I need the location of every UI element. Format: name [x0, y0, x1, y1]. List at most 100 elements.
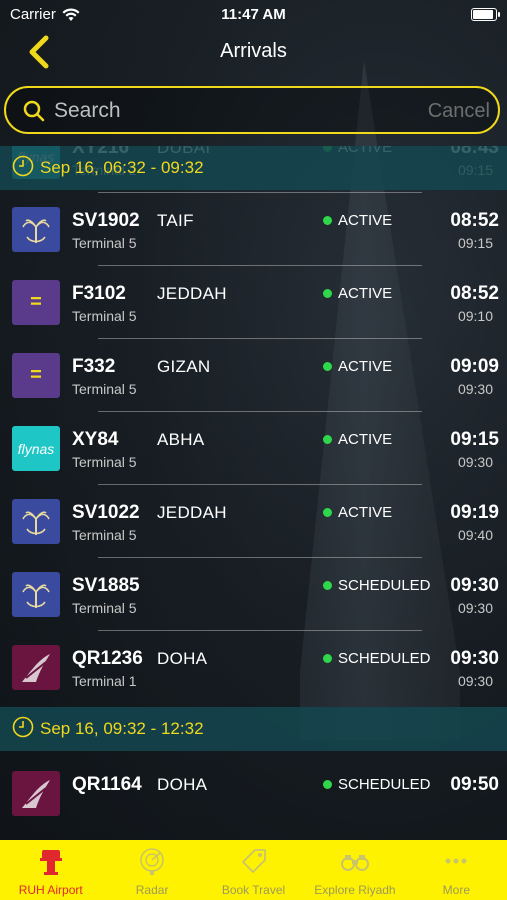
flyadeal-logo: =: [12, 280, 60, 325]
scheduled-time: 09:10: [457, 308, 493, 324]
flight-row[interactable]: QR1164 DOHA SCHEDULED 09:50: [0, 757, 507, 830]
flight-status: ACTIVE: [323, 212, 392, 229]
flight-number: XY84: [72, 429, 119, 450]
status-text: ACTIVE: [338, 504, 393, 521]
control-tower-icon: [36, 846, 66, 883]
flight-row[interactable]: SV1022 JEDDAH Terminal 5 ACTIVE 09:19 09:40: [0, 485, 507, 558]
terminal-label: Terminal 5: [72, 454, 137, 470]
scheduled-time: 09:40: [457, 527, 493, 543]
status-text: ACTIVE: [338, 285, 393, 302]
tab-more[interactable]: More: [406, 840, 507, 900]
flight-number: QR1164: [72, 774, 142, 795]
more-dots-icon: [441, 846, 471, 883]
status-text: SCHEDULED: [338, 650, 431, 667]
terminal-label: Terminal 1: [72, 673, 137, 689]
estimated-time: 09:50: [450, 774, 499, 795]
clock-icon: [12, 716, 34, 743]
status-bar: Carrier 11:47 AM: [0, 0, 507, 28]
section-header-time-range: Sep 16, 06:32 - 09:32: [0, 146, 507, 190]
flight-number: SV1902: [72, 210, 140, 231]
binoculars-icon: [340, 846, 370, 883]
flight-status: SCHEDULED: [323, 776, 431, 793]
tab-label: Book Travel: [221, 883, 286, 897]
terminal-label: Terminal 5: [72, 381, 137, 397]
origin-city: DOHA: [157, 775, 208, 794]
flight-row[interactable]: QR1236 DOHA Terminal 1 SCHEDULED 09:30 09:30: [0, 631, 507, 704]
clock-time: 11:47 AM: [221, 6, 286, 23]
navigation-bar: Arrivals: [0, 28, 507, 78]
search-input[interactable]: [52, 96, 416, 126]
flight-status: SCHEDULED: [323, 650, 431, 667]
scheduled-time: 09:30: [457, 454, 493, 470]
flight-status: SCHEDULED: [323, 577, 431, 594]
tab-bar: RUH Airport Radar Book Travel Explore Riyad…: [0, 840, 507, 900]
tab-explore-riyadh[interactable]: Explore Riyadh: [304, 840, 405, 900]
scheduled-time: 09:30: [457, 600, 493, 616]
flight-row[interactable]: flynas XY84 ABHA Terminal 5 ACTIVE 09:15 09:30: [0, 412, 507, 485]
status-dot-icon: [323, 435, 332, 444]
status-text: ACTIVE: [338, 431, 393, 448]
status-dot-icon: [323, 362, 332, 371]
section-time-range-label: Sep 16, 06:32 - 09:32: [40, 158, 204, 177]
flight-row[interactable]: = F332 GIZAN Terminal 5 ACTIVE 09:09 09:30: [0, 339, 507, 412]
tab-label: Radar: [135, 883, 169, 897]
flight-row[interactable]: SV1885 Terminal 5 SCHEDULED 09:30 09:30: [0, 558, 507, 631]
estimated-time: 09:15: [450, 429, 499, 450]
status-dot-icon: [323, 289, 332, 298]
search-bar: Cancel: [4, 86, 500, 134]
flynas-logo: flynas: [12, 426, 60, 471]
status-text: SCHEDULED: [338, 577, 431, 594]
terminal-label: Terminal 5: [72, 600, 137, 616]
origin-city: TAIF: [157, 211, 194, 230]
status-dot-icon: [323, 508, 332, 517]
terminal-label: Terminal 5: [72, 235, 137, 251]
origin-city: DOHA: [157, 649, 208, 668]
flight-number: F3102: [72, 283, 126, 304]
estimated-time: 08:52: [450, 283, 499, 304]
estimated-time: 09:30: [450, 648, 499, 669]
flight-number: F332: [72, 356, 116, 377]
saudia-logo: [12, 207, 60, 252]
saudia-logo: [12, 499, 60, 544]
origin-city: GIZAN: [157, 357, 211, 376]
tab-book-travel[interactable]: Book Travel: [203, 840, 304, 900]
status-text: ACTIVE: [338, 212, 393, 229]
tab-ruh-airport[interactable]: RUH Airport: [0, 840, 101, 900]
status-dot-icon: [323, 216, 332, 225]
flight-status: ACTIVE: [323, 504, 392, 521]
status-dot-icon: [323, 581, 332, 590]
flight-number: QR1236: [72, 648, 143, 669]
tag-icon: [239, 846, 269, 883]
flight-number: SV1022: [72, 502, 140, 523]
section-header-time-range: Sep 16, 09:32 - 12:32: [0, 707, 507, 751]
flyadeal-logo: =: [12, 353, 60, 398]
terminal-label: Terminal 5: [72, 527, 137, 543]
origin-city: JEDDAH: [157, 284, 227, 303]
scheduled-time: 09:30: [457, 381, 493, 397]
flight-number: SV1885: [72, 575, 140, 596]
arrivals-list[interactable]: Sep 16, 06:32 - 09:32flynasXY216DUBAITer…: [0, 146, 507, 840]
battery-icon: [471, 8, 500, 21]
tab-label: RUH Airport: [18, 883, 83, 897]
tab-label: More: [442, 883, 470, 897]
radar-icon: [137, 846, 167, 883]
section-time-range-label: Sep 16, 09:32 - 12:32: [40, 719, 204, 738]
saudia-logo: [12, 572, 60, 617]
tab-label: Explore Riyadh: [314, 883, 396, 897]
flight-row[interactable]: SV1902 TAIF Terminal 5 ACTIVE 08:52 09:15: [0, 193, 507, 266]
estimated-time: 09:30: [450, 575, 499, 596]
estimated-time: 08:52: [450, 210, 499, 231]
qatar-logo: [12, 645, 60, 690]
status-text: ACTIVE: [338, 358, 393, 375]
origin-city: JEDDAH: [157, 503, 227, 522]
flight-status: ACTIVE: [323, 431, 392, 448]
flight-status: ACTIVE: [323, 358, 392, 375]
cancel-button[interactable]: Cancel: [428, 100, 490, 123]
estimated-time: 09:19: [450, 502, 499, 523]
status-dot-icon: [323, 780, 332, 789]
clock-icon: [12, 155, 34, 182]
flight-status: ACTIVE: [323, 285, 392, 302]
flight-row[interactable]: = F3102 JEDDAH Terminal 5 ACTIVE 08:52 09:10: [0, 266, 507, 339]
tab-radar[interactable]: Radar: [101, 840, 202, 900]
estimated-time: 09:09: [450, 356, 499, 377]
